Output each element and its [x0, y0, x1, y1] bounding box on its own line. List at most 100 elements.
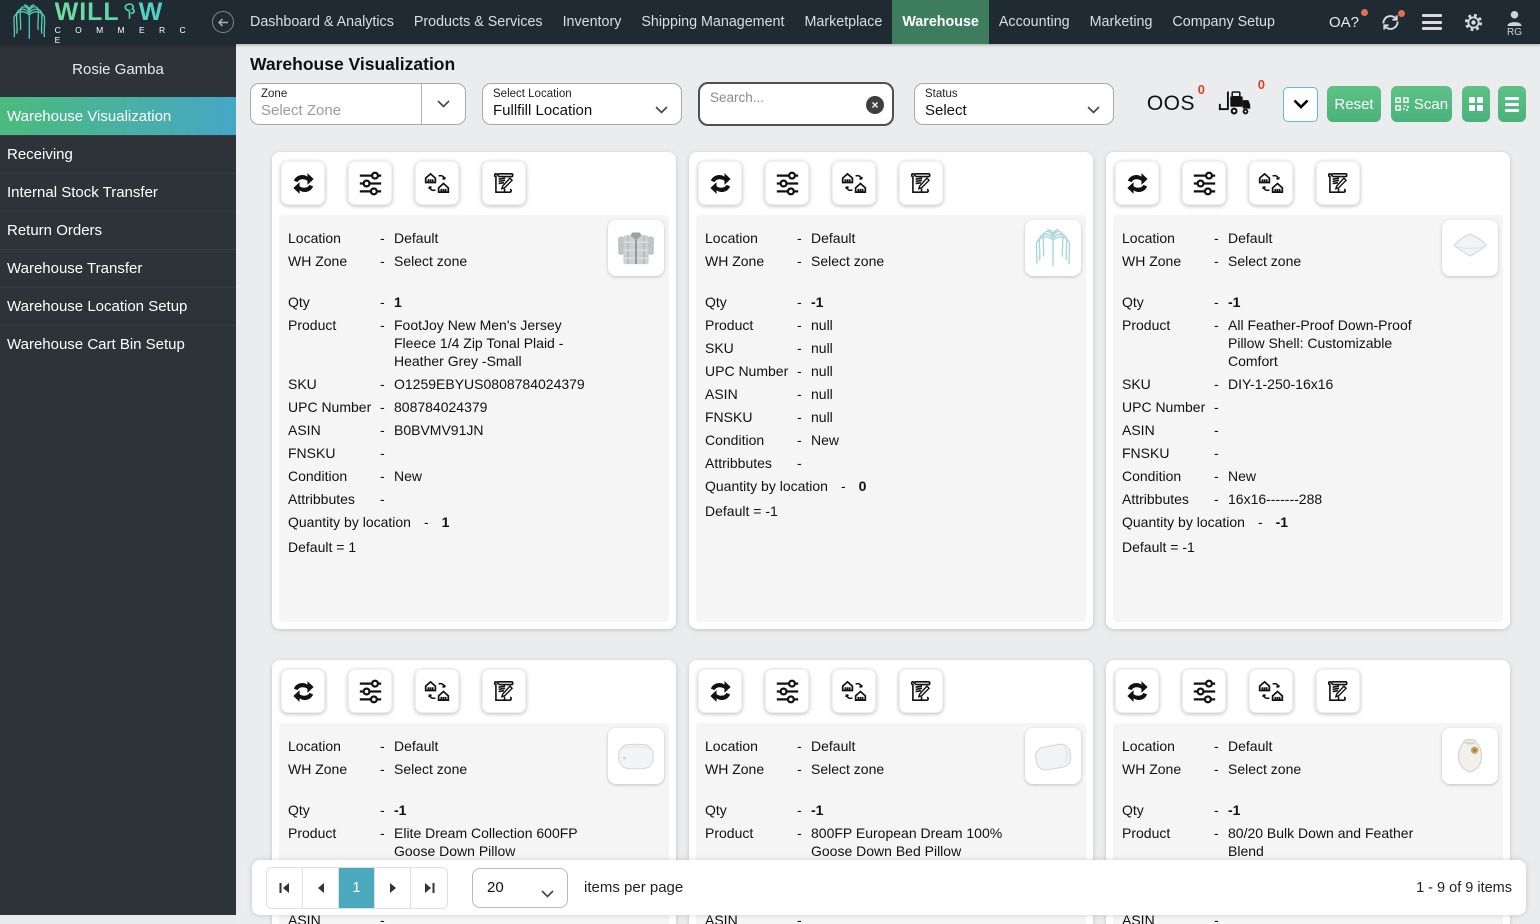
transfer-stock-button[interactable]: [281, 669, 325, 713]
warehouse-transfer-button[interactable]: [415, 669, 459, 713]
search-box: ×: [698, 82, 894, 126]
sidebar-item[interactable]: Warehouse Cart Bin Setup: [0, 325, 236, 363]
page-number-button[interactable]: 1: [339, 867, 375, 908]
menu-button[interactable]: [1422, 14, 1442, 30]
transfer-stock-button[interactable]: [698, 669, 742, 713]
expand-options-button[interactable]: [1283, 86, 1318, 122]
nav-item[interactable]: Products & Services: [404, 0, 553, 44]
edit-notes-button[interactable]: [1316, 669, 1360, 713]
warehouse-transfer-button[interactable]: [1249, 669, 1293, 713]
product-image: [1025, 220, 1081, 276]
sidebar-item[interactable]: Warehouse Location Setup: [0, 287, 236, 325]
page-title: Warehouse Visualization: [250, 54, 456, 74]
edit-notes-button[interactable]: [482, 669, 526, 713]
warehouse-transfer-button[interactable]: [832, 669, 876, 713]
logo-subtitle: C O M M E R C E: [54, 24, 192, 45]
product-image: [1442, 728, 1498, 784]
qr-code-icon: [1395, 97, 1409, 111]
nav-item[interactable]: Inventory: [553, 0, 632, 44]
filter-sliders-button[interactable]: [348, 161, 392, 205]
field-label: UPC Number: [705, 362, 789, 379]
prev-page-button[interactable]: [303, 867, 339, 908]
edit-notes-button[interactable]: [1316, 161, 1360, 205]
transfer-stock-button[interactable]: [698, 161, 742, 205]
field-label: Quantity by location: [1122, 514, 1245, 530]
page-size-select[interactable]: 20: [472, 867, 568, 908]
list-view-button[interactable]: [1498, 86, 1526, 122]
edit-notes-button[interactable]: [899, 669, 943, 713]
nav-item[interactable]: Marketing: [1080, 0, 1163, 44]
field-label: UPC Number: [1122, 398, 1206, 415]
transfer-stock-button[interactable]: [281, 161, 325, 205]
field-value-condition: New: [1228, 467, 1257, 484]
search-input[interactable]: [700, 84, 892, 105]
scan-button[interactable]: Scan: [1391, 86, 1452, 122]
nav-item[interactable]: Warehouse: [892, 0, 989, 44]
edit-notes-button[interactable]: [899, 161, 943, 205]
field-label: WH Zone: [288, 760, 348, 777]
warehouse-transfer-button[interactable]: [832, 161, 876, 205]
clear-search-icon[interactable]: ×: [866, 96, 884, 114]
field-value-qty-by-location: 1: [441, 514, 450, 530]
forklift-toggle[interactable]: 0: [1217, 77, 1265, 122]
status-dropdown[interactable]: Status Select: [914, 83, 1114, 125]
reset-button[interactable]: Reset: [1327, 86, 1381, 122]
last-page-icon: [424, 882, 434, 893]
settings-button[interactable]: [1463, 12, 1484, 33]
card-body: Location - Default WH Zone - Select zone Qty…: [696, 215, 1086, 622]
oa-menu-button[interactable]: OA?: [1329, 8, 1368, 31]
field-label: ASIN: [1122, 421, 1155, 438]
transfer-stock-button[interactable]: [1115, 161, 1159, 205]
swap-arrows-icon: [1126, 680, 1148, 702]
warehouse-transfer-icon: [841, 172, 867, 194]
sidebar-item[interactable]: Warehouse Transfer: [0, 249, 236, 287]
nav-item[interactable]: Accounting: [989, 0, 1080, 44]
filter-sliders-button[interactable]: [1182, 161, 1226, 205]
card-action-bar: [689, 152, 1093, 214]
sidebar-item[interactable]: Warehouse Visualization: [0, 97, 236, 135]
sync-button[interactable]: [1380, 9, 1405, 32]
field-label: WH Zone: [705, 760, 765, 777]
next-page-button[interactable]: [375, 867, 411, 908]
field-value-sku: O1259EBYUS0808784024379: [394, 375, 585, 392]
transfer-stock-button[interactable]: [1115, 669, 1159, 713]
nav-item[interactable]: Shipping Management: [631, 0, 794, 44]
pager-buttons: 1: [266, 866, 448, 909]
zone-chevron[interactable]: [421, 84, 465, 124]
zone-dropdown[interactable]: Zone Select Zone: [250, 83, 466, 125]
warehouse-transfer-button[interactable]: [1249, 161, 1293, 205]
last-page-button[interactable]: [411, 867, 447, 908]
sidebar-item[interactable]: Internal Stock Transfer: [0, 173, 236, 211]
sidebar-item[interactable]: Return Orders: [0, 211, 236, 249]
list-view-icon: [1505, 96, 1519, 112]
filter-sliders-button[interactable]: [765, 161, 809, 205]
field-label: Location: [1122, 229, 1175, 246]
field-label: Location: [288, 229, 341, 246]
warehouse-transfer-icon: [1258, 680, 1284, 702]
edit-document-icon: [1327, 681, 1348, 701]
grid-view-button[interactable]: [1462, 86, 1490, 122]
warehouse-transfer-button[interactable]: [415, 161, 459, 205]
card-action-bar: [272, 152, 676, 214]
nav-item[interactable]: Dashboard & Analytics: [240, 0, 404, 44]
filter-sliders-button[interactable]: [1182, 669, 1226, 713]
filter-sliders-button[interactable]: [348, 669, 392, 713]
edit-notes-button[interactable]: [482, 161, 526, 205]
oos-toggle[interactable]: OOS 0: [1147, 82, 1205, 116]
field-value-upc: null: [811, 362, 833, 379]
field-label: Product: [1122, 824, 1171, 841]
nav-item[interactable]: Company Setup: [1162, 0, 1285, 44]
nav-item[interactable]: Marketplace: [794, 0, 892, 44]
sidebar-item[interactable]: Receiving: [0, 135, 236, 173]
field-value-condition: New: [811, 431, 840, 448]
sidebar-username: Rosie Gamba: [72, 61, 164, 78]
filter-sliders-button[interactable]: [765, 669, 809, 713]
location-dropdown[interactable]: Select Location Fullfill Location: [482, 83, 682, 125]
field-value-attributes: [811, 454, 1077, 472]
nav-collapse-button[interactable]: [212, 11, 234, 33]
user-avatar[interactable]: RG: [1505, 10, 1524, 38]
swap-arrows-icon: [709, 172, 731, 194]
first-page-button[interactable]: [267, 867, 303, 908]
field-label: Location: [705, 229, 758, 246]
sliders-icon: [1193, 679, 1215, 703]
